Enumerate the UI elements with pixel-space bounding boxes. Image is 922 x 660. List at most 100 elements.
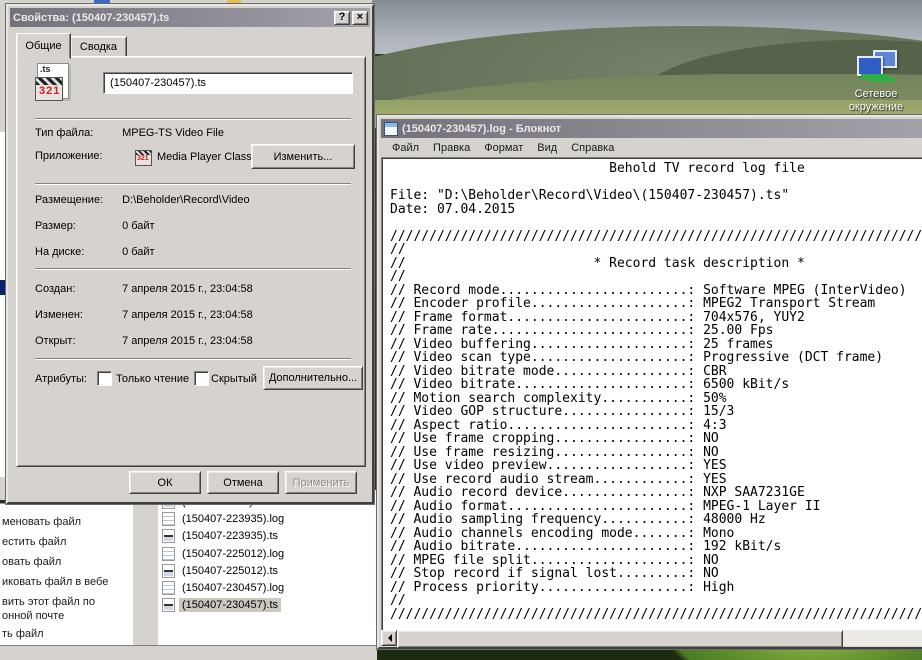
clapper-digits: 321 — [39, 85, 60, 97]
advanced-button[interactable]: Дополнительно... — [263, 366, 363, 390]
network-places-label: Сетевое окружение — [845, 88, 907, 114]
task-copy-file[interactable]: овать файл — [2, 556, 61, 568]
task-move-file[interactable]: естить файл — [2, 536, 66, 548]
network-places-desktop-icon[interactable]: Сетевое окружение — [845, 50, 907, 116]
file-name: (150407-223935).log — [179, 512, 287, 526]
screen: Сетевое окружение меновать файл естить ф… — [0, 0, 922, 660]
created-label: Создан: — [35, 283, 119, 295]
explorer-pane-gutter — [132, 500, 159, 645]
dialog-title: Свойства: (150407-230457).ts — [13, 12, 332, 24]
general-tab-panel: .ts 321 (150407-230457).ts Тип файла: MP… — [16, 56, 366, 467]
filename-input[interactable]: (150407-230457).ts — [103, 72, 353, 94]
attributes-row: Атрибуты: — [35, 373, 87, 385]
network-label-line2: окружение — [845, 101, 907, 114]
dialog-titlebar[interactable]: Свойства: (150407-230457).ts ? × — [10, 8, 370, 27]
notepad-text-area[interactable]: Behold TV record log file File: "D:\Beho… — [381, 157, 922, 631]
ts-file-icon — [162, 598, 175, 612]
attributes-label: Атрибуты: — [35, 373, 87, 385]
location-row: Размещение: D:\Beholder\Record\Video — [35, 194, 250, 206]
task-publish-file[interactable]: иковать файл в вебе — [2, 576, 108, 588]
file-name: (150407-230457).log — [179, 581, 287, 595]
file-type-label: Тип файла: — [35, 127, 119, 139]
notepad-title: (150407-230457).log - Блокнот — [402, 123, 922, 135]
network-label-line1: Сетевое — [845, 88, 907, 101]
log-file-icon — [162, 512, 175, 526]
change-button[interactable]: Изменить... — [251, 144, 355, 169]
log-text: Behold TV record log file File: "D:\Beho… — [382, 158, 922, 621]
notepad-horizontal-scrollbar[interactable] — [381, 630, 922, 646]
file-name: (150407-230457).ts — [179, 598, 281, 612]
file-list-item-selected[interactable]: (150407-230457).ts — [162, 597, 281, 613]
modified-row: Изменен: 7 апреля 2015 г., 23:04:58 — [35, 309, 253, 321]
left-arrow-icon — [384, 634, 392, 642]
created-value: 7 апреля 2015 г., 23:04:58 — [122, 283, 253, 295]
explorer-bottom-frame — [0, 645, 377, 660]
tab-summary[interactable]: Сводка — [70, 36, 127, 58]
modified-label: Изменен: — [35, 309, 119, 321]
close-button[interactable]: × — [352, 11, 368, 25]
accessed-label: Открыт: — [35, 335, 119, 347]
hidden-label: Скрытый — [211, 373, 257, 385]
notepad-menubar: Файл Правка Формат Вид Справка — [381, 138, 922, 157]
clapper-stripes — [36, 78, 62, 85]
readonly-label: Только чтение — [116, 373, 189, 385]
task-email-file[interactable]: вить этот файл по — [2, 596, 95, 608]
divider — [35, 358, 351, 360]
menu-help[interactable]: Справка — [564, 140, 621, 156]
divider — [35, 268, 351, 270]
scroll-left-button[interactable] — [381, 630, 397, 646]
cancel-button[interactable]: Отмена — [207, 471, 279, 494]
size-row: Размер: 0 байт — [35, 220, 155, 232]
media-file-icon: .ts 321 — [35, 63, 73, 107]
log-file-icon — [162, 547, 175, 561]
file-list-item[interactable]: (150407-225012).log — [162, 546, 287, 562]
accessed-row: Открыт: 7 апреля 2015 г., 23:04:58 — [35, 335, 253, 347]
size-label: Размер: — [35, 220, 119, 232]
log-file-icon — [162, 581, 175, 595]
divider — [35, 118, 351, 120]
file-list-item[interactable]: (150407-223935).ts — [162, 528, 281, 544]
file-name: (150407-225012).log — [179, 547, 287, 561]
notepad-window: (150407-230457).log - Блокнот Файл Правк… — [377, 115, 922, 649]
apply-button: Применить — [285, 471, 357, 494]
menu-edit[interactable]: Правка — [426, 140, 477, 156]
tab-general[interactable]: Общие — [16, 33, 71, 59]
properties-dialog: Свойства: (150407-230457).ts ? × Общие С… — [6, 4, 374, 504]
menu-view[interactable]: Вид — [530, 140, 564, 156]
readonly-checkbox[interactable] — [97, 371, 112, 386]
size-on-disk-row: На диске: 0 байт — [35, 246, 155, 258]
help-button[interactable]: ? — [334, 11, 350, 25]
notepad-titlebar[interactable]: (150407-230457).log - Блокнот — [381, 119, 922, 138]
file-name: (150407-223935).ts — [179, 529, 281, 543]
size-on-disk-label: На диске: — [35, 246, 119, 258]
mpc-app-icon: 321 — [135, 150, 152, 166]
monitor-icon — [857, 56, 883, 76]
divider — [35, 183, 351, 185]
network-base-icon — [861, 74, 887, 79]
application-label: Приложение: — [35, 150, 119, 162]
task-rename-file[interactable]: меновать файл — [2, 516, 81, 528]
scrollbar-thumb[interactable] — [397, 630, 843, 648]
menu-format[interactable]: Формат — [477, 140, 530, 156]
file-name: (150407-225012).ts — [179, 564, 281, 578]
explorer-task-pane: меновать файл естить файл овать файл ико… — [0, 503, 133, 646]
modified-value: 7 апреля 2015 г., 23:04:58 — [122, 309, 253, 321]
location-label: Размещение: — [35, 194, 119, 206]
file-type-value: MPEG-TS Video File — [122, 127, 224, 139]
network-places-icon — [853, 50, 899, 86]
ok-button[interactable]: ОК — [129, 471, 201, 494]
application-value: Media Player Classic - — [157, 151, 266, 163]
file-type-row: Тип файла: MPEG-TS Video File — [35, 127, 224, 139]
explorer-file-list: (150407-22…).ts (150407-223935).log (150… — [158, 490, 377, 645]
file-list-item[interactable]: (150407-230457).log — [162, 580, 287, 596]
menu-file[interactable]: Файл — [385, 140, 426, 156]
file-list-item[interactable]: (150407-225012).ts — [162, 563, 281, 579]
clapperboard-icon: 321 — [35, 77, 63, 101]
size-value: 0 байт — [122, 220, 155, 232]
file-list-item[interactable]: (150407-223935).log — [162, 511, 287, 527]
task-email-file-line2[interactable]: онной почте — [2, 610, 64, 622]
clapper-digits: 321 — [137, 155, 149, 162]
hidden-checkbox[interactable] — [194, 371, 209, 386]
task-delete-file[interactable]: ть файл — [2, 628, 44, 640]
notepad-icon — [384, 122, 398, 136]
